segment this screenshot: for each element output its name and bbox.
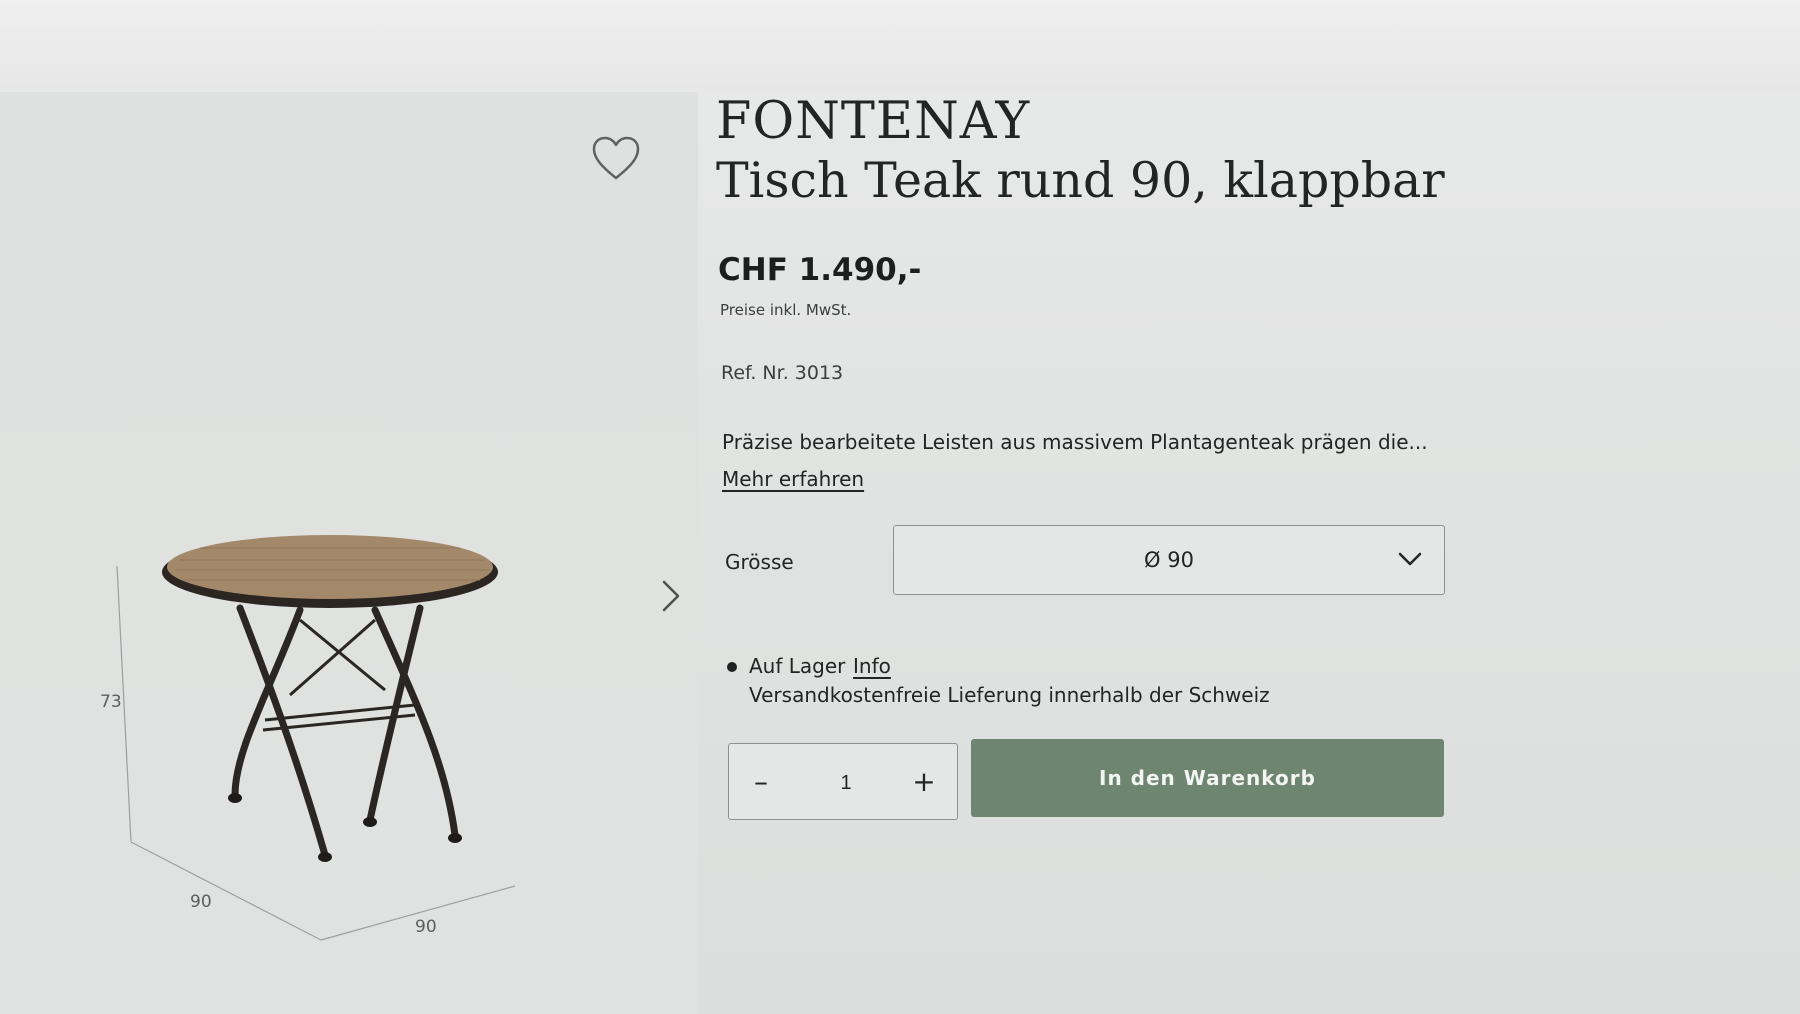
product-price: CHF 1.490,-: [718, 252, 922, 288]
more-info-link[interactable]: Mehr erfahren: [722, 467, 864, 491]
chevron-right-icon: [662, 580, 680, 612]
quantity-increase-button[interactable]: +: [904, 762, 944, 802]
size-label: Grösse: [725, 550, 794, 574]
product-description: Präzise bearbeitete Leisten aus massivem…: [722, 430, 1428, 454]
product-image: [85, 520, 545, 950]
product-title: Tisch Teak rund 90, klappbar: [716, 152, 1445, 209]
stock-info-link[interactable]: Info: [853, 654, 891, 678]
add-to-cart-button[interactable]: In den Warenkorb: [971, 739, 1444, 817]
dimension-height-label: 73: [100, 692, 122, 712]
reference-number: Ref. Nr. 3013: [721, 362, 844, 384]
product-brand: FONTENAY: [716, 92, 1031, 151]
quantity-decrease-button[interactable]: –: [741, 762, 781, 802]
dimension-depth-label: 90: [190, 892, 212, 912]
wishlist-button[interactable]: [591, 136, 641, 182]
size-select[interactable]: Ø 90: [893, 525, 1445, 595]
top-strip: [0, 0, 1800, 92]
shipping-note: Versandkostenfreie Lieferung innerhalb d…: [749, 683, 1270, 707]
chevron-down-icon: [1396, 548, 1424, 570]
quantity-stepper: – +: [728, 743, 958, 820]
dimension-width-label: 90: [415, 917, 437, 937]
price-note: Preise inkl. MwSt.: [720, 301, 852, 319]
quantity-input[interactable]: [809, 762, 883, 804]
heart-icon: [592, 136, 640, 180]
stock-status: Auf Lager: [749, 654, 846, 678]
size-selected-value: Ø 90: [1144, 548, 1194, 572]
stock-status-dot: [727, 662, 737, 672]
next-image-button[interactable]: [656, 576, 686, 616]
